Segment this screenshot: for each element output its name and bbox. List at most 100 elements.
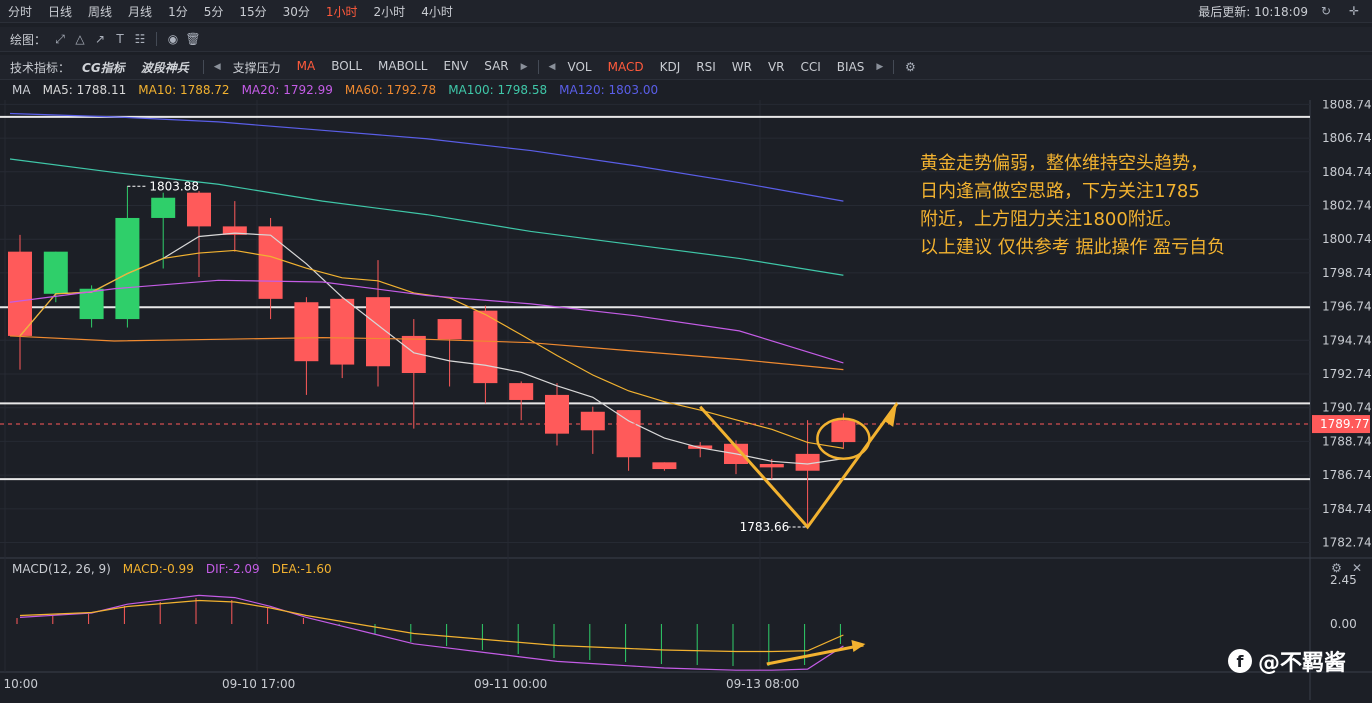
price-axis-label: 1798.74	[1322, 266, 1372, 280]
period-0[interactable]: 分时	[0, 3, 40, 20]
candle-body	[509, 383, 534, 400]
triangle-tool-icon[interactable]: △	[70, 32, 90, 46]
period-4[interactable]: 1分	[160, 3, 196, 20]
annotation-line: 黄金走势偏弱，整体维持空头趋势，	[920, 153, 1208, 174]
draw-label: 绘图：	[10, 32, 47, 47]
refresh-icon[interactable]: ↻	[1316, 4, 1336, 18]
divider	[893, 60, 895, 74]
fib-tool-icon[interactable]: ☷	[130, 32, 150, 46]
ma-legend-item: MA60: 1792.78	[344, 83, 437, 97]
ind-main-item-4[interactable]: ENV	[435, 59, 476, 76]
ind-left-item-0[interactable]: CG指标	[74, 59, 133, 76]
ma-legend-item: MA5: 1788.11	[42, 83, 127, 97]
divider	[537, 60, 539, 74]
ma-legend-title: MA	[12, 83, 31, 97]
trash-icon[interactable]: 🗑	[183, 32, 203, 46]
macd-legend-dea: DEA:-1.60	[271, 562, 332, 576]
price-axis-label: 1786.74	[1322, 468, 1372, 482]
period-9[interactable]: 2小时	[366, 3, 414, 20]
indicator-toolbar: 技术指标： CG指标 波段神兵 ◀ 支撑压力 MA BOLL MABOLL ENV SAR …	[0, 55, 1372, 80]
ind-main-item-3[interactable]: MABOLL	[370, 59, 435, 76]
time-axis-label: 09-11 00:00	[474, 677, 547, 691]
scroll-right-icon[interactable]: ▶	[517, 62, 532, 72]
macd-legend-macd: MACD:-0.99	[122, 562, 194, 576]
dea-line	[19, 599, 844, 653]
macd-legend-dif: DIF:-2.09	[205, 562, 260, 576]
candle-body	[330, 298, 355, 365]
candle-body	[43, 251, 68, 294]
candle-body	[8, 251, 32, 336]
last-update: 最后更新: 10:18:09	[1198, 4, 1308, 19]
scroll-right-icon[interactable]: ▶	[872, 62, 887, 72]
ind-sub-item-5[interactable]: VR	[760, 60, 793, 74]
ind-main-item-5[interactable]: SAR	[476, 59, 516, 76]
macd-legend-title: MACD(12, 26, 9)	[12, 562, 111, 576]
period-1[interactable]: 日线	[40, 3, 80, 20]
fullscreen-icon[interactable]: ✛	[1344, 4, 1364, 18]
ind-sub-item-6[interactable]: CCI	[793, 60, 829, 74]
price-axis-label: 1784.74	[1322, 502, 1372, 516]
candle-body	[759, 464, 784, 468]
ma-legend: MA MA5: 1788.11 MA10: 1788.72 MA20: 1792.9…	[0, 81, 1372, 99]
period-8[interactable]: 1小时	[318, 3, 366, 20]
macd-axis-label: 2.45	[1330, 573, 1357, 587]
ind-main-item-2[interactable]: BOLL	[323, 59, 370, 76]
panel-close-icon[interactable]: ✕	[1352, 561, 1362, 575]
time-axis-label: 09-10 17:00	[222, 677, 295, 691]
settings-icon[interactable]: ⚙	[900, 60, 920, 74]
ind-main-item-0[interactable]: 支撑压力	[225, 59, 289, 76]
ind-sub-item-4[interactable]: WR	[724, 60, 760, 74]
indicator-sub-group: VOL MACD KDJ RSI WR VR CCI BIAS	[559, 60, 872, 74]
ind-sub-item-3[interactable]: RSI	[688, 60, 724, 74]
ind-sub-item-7[interactable]: BIAS	[829, 60, 873, 74]
price-axis-label: 1782.74	[1322, 536, 1372, 550]
candle-body	[294, 302, 319, 362]
candle-body	[437, 319, 462, 340]
indicator-label: 技术指标：	[10, 60, 71, 75]
candle-body	[545, 394, 569, 434]
price-axis-label: 1790.74	[1322, 401, 1372, 415]
divider	[156, 32, 158, 46]
price-axis-label: 1796.74	[1322, 300, 1372, 314]
eye-icon[interactable]: ◉	[163, 32, 183, 46]
divider	[202, 60, 204, 74]
period-3[interactable]: 月线	[120, 3, 160, 20]
watermark-text: @不羁酱	[1258, 651, 1347, 676]
candle-body	[580, 411, 605, 431]
right-tools: 最后更新: 10:18:09 ↻ ✛	[1198, 0, 1364, 22]
panel-settings-icon[interactable]: ⚙	[1331, 561, 1342, 575]
line-tool-icon[interactable]: ⤢	[50, 32, 70, 47]
period-6[interactable]: 15分	[231, 3, 274, 20]
price-axis-label: 1792.74	[1322, 367, 1372, 381]
price-axis-label: 1794.74	[1322, 333, 1372, 347]
arrow-tool-icon[interactable]: ↗	[90, 32, 110, 46]
draw-toolbar: 绘图： ⤢ △ ↗ T ☷ ◉ 🗑	[0, 27, 1372, 52]
period-7[interactable]: 30分	[275, 3, 318, 20]
panel-icons: ⚙ ✕	[1331, 561, 1362, 575]
candle-body	[115, 217, 140, 320]
ma-legend-item: MA100: 1798.58	[448, 83, 548, 97]
scroll-left-icon[interactable]: ◀	[210, 62, 225, 72]
ma-legend-item: MA120: 1803.00	[559, 83, 659, 97]
ind-main-item-1[interactable]: MA	[289, 59, 324, 76]
scroll-left-icon[interactable]: ◀	[545, 62, 560, 72]
candle-body	[151, 197, 176, 218]
period-2[interactable]: 周线	[80, 3, 120, 20]
macd-axis-label: 0.00	[1330, 617, 1357, 631]
high-label: 1803.88	[149, 179, 199, 193]
ind-left-item-1[interactable]: 波段神兵	[133, 59, 197, 76]
text-tool-icon[interactable]: T	[110, 32, 130, 46]
ma-legend-item: MA10: 1788.72	[138, 83, 230, 97]
time-axis-label: 0 10:00	[0, 677, 38, 691]
period-10[interactable]: 4小时	[413, 3, 461, 20]
candle-body	[187, 192, 211, 227]
ind-sub-item-2[interactable]: KDJ	[652, 60, 689, 74]
annotation-line: 日内逢高做空思路，下方关注1785	[920, 181, 1200, 202]
time-axis-label: 09-13 08:00	[726, 677, 799, 691]
price-axis-label: 1788.74	[1322, 434, 1372, 448]
ind-sub-item-1[interactable]: MACD	[600, 60, 652, 74]
candle-body	[258, 226, 283, 299]
period-5[interactable]: 5分	[196, 3, 232, 20]
annotation-text: 黄金走势偏弱，整体维持空头趋势， 日内逢高做空思路，下方关注1785 附近，上方阻力…	[920, 150, 1225, 262]
ind-sub-item-0[interactable]: VOL	[559, 60, 599, 74]
